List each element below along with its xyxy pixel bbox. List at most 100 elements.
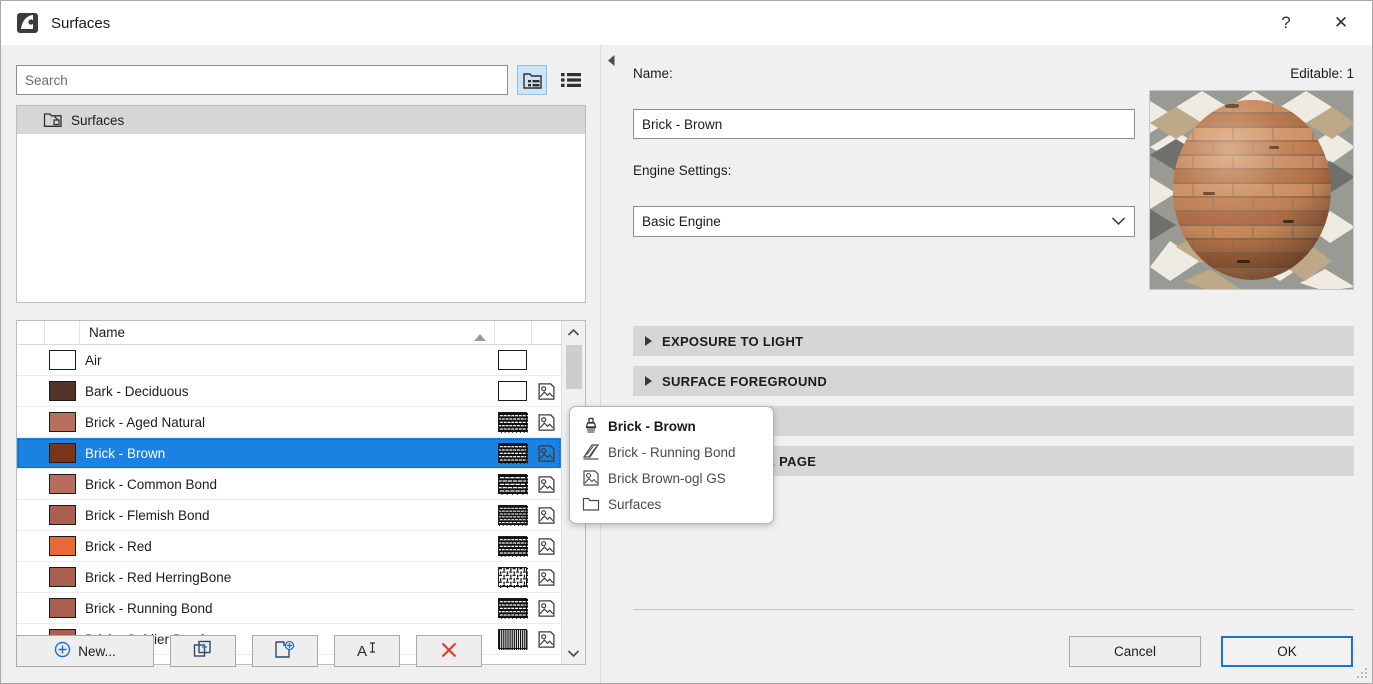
- row-color-swatch[interactable]: [45, 505, 80, 525]
- row-pattern-icon[interactable]: [494, 350, 531, 370]
- help-button[interactable]: ?: [1262, 1, 1310, 45]
- table-row[interactable]: Brick - Running Bond: [17, 593, 561, 624]
- brush-icon: [581, 417, 600, 436]
- table-row[interactable]: Brick - Aged Natural: [17, 407, 561, 438]
- new-from-favorite-button[interactable]: [252, 635, 318, 667]
- duplicate-icon: [193, 640, 214, 663]
- row-texture-icon[interactable]: [531, 537, 561, 556]
- table-row[interactable]: Air: [17, 345, 561, 376]
- popup-item-surfaces[interactable]: Surfaces: [570, 491, 773, 517]
- new-button[interactable]: New...: [16, 635, 154, 667]
- scroll-down-button[interactable]: [562, 642, 586, 664]
- search-row: [16, 65, 586, 95]
- table-col-name[interactable]: Name: [80, 325, 494, 341]
- row-texture-icon[interactable]: [531, 413, 561, 432]
- surfaces-table: Name Air Bark - Deciduous Brick - Aged N…: [16, 320, 586, 665]
- row-name-label: Brick - Red: [85, 538, 152, 554]
- row-name-label: Brick - Red HerringBone: [85, 569, 232, 585]
- table-row[interactable]: Brick - Red HerringBone: [17, 562, 561, 593]
- row-pattern-icon[interactable]: [494, 598, 533, 619]
- table-col-texture: [531, 321, 561, 345]
- row-pattern-icon[interactable]: [494, 381, 531, 401]
- plus-circle-icon: [54, 641, 71, 661]
- scrollbar-thumb[interactable]: [566, 345, 582, 389]
- chevron-right-icon: [645, 336, 652, 346]
- table-row[interactable]: Brick - Red: [17, 531, 561, 562]
- row-texture-icon[interactable]: [531, 568, 561, 587]
- rename-button[interactable]: A: [334, 635, 400, 667]
- engine-settings-dropdown[interactable]: Basic Engine: [633, 206, 1135, 237]
- row-color-swatch[interactable]: [45, 598, 80, 618]
- chevron-down-icon: [1111, 215, 1126, 229]
- sphere-shading: [1172, 100, 1331, 280]
- section-exposure-to-light[interactable]: EXPOSURE TO LIGHT: [633, 326, 1354, 356]
- row-texture-icon[interactable]: [531, 599, 561, 618]
- close-button[interactable]: ✕: [1310, 1, 1372, 45]
- triangle-left-icon: [607, 54, 616, 70]
- title-bar: Surfaces ? ✕: [1, 1, 1372, 45]
- row-pattern-icon[interactable]: [494, 536, 533, 557]
- row-pattern-icon[interactable]: [494, 474, 545, 495]
- row-name-label: Brick - Aged Natural: [85, 414, 206, 430]
- duplicate-button[interactable]: [170, 635, 236, 667]
- table-rows: Air Bark - Deciduous Brick - Aged Natura…: [17, 345, 561, 655]
- tree-view-button[interactable]: [517, 65, 547, 95]
- row-name-label: Air: [85, 352, 102, 368]
- name-input[interactable]: [633, 109, 1135, 139]
- surface-origin-popup: Brick - Brown Brick - Running Bond Brick…: [569, 406, 774, 524]
- row-pattern-icon[interactable]: [494, 412, 533, 433]
- row-color-swatch[interactable]: [45, 567, 80, 587]
- row-texture-icon[interactable]: [531, 630, 561, 649]
- ok-button[interactable]: OK: [1221, 636, 1353, 667]
- table-row[interactable]: Brick - Brown: [17, 438, 561, 469]
- row-pattern-icon[interactable]: [494, 629, 531, 650]
- surface-preview: [1149, 90, 1354, 290]
- table-row[interactable]: Brick - Common Bond: [17, 469, 561, 500]
- row-name-label: Brick - Running Bond: [85, 600, 213, 616]
- popup-item-brick-running-bond[interactable]: Brick - Running Bond: [570, 439, 773, 465]
- folder-surface-icon: [43, 111, 63, 129]
- row-texture-icon[interactable]: [531, 506, 561, 525]
- hatch-icon: [581, 443, 600, 462]
- row-color-swatch[interactable]: [45, 412, 80, 432]
- table-main: Name Air Bark - Deciduous Brick - Aged N…: [17, 321, 561, 664]
- row-texture-icon[interactable]: [531, 475, 561, 494]
- row-color-swatch[interactable]: [45, 350, 80, 370]
- folder-icon: [581, 495, 600, 514]
- cancel-button[interactable]: Cancel: [1069, 636, 1201, 667]
- row-pattern-icon[interactable]: [494, 567, 531, 588]
- table-col-pattern: [494, 321, 531, 345]
- popup-item-brick-brown[interactable]: Brick - Brown: [570, 413, 773, 439]
- page-plus-icon: [274, 640, 296, 663]
- engine-settings-value: Basic Engine: [642, 214, 721, 229]
- row-pattern-icon[interactable]: [494, 443, 533, 464]
- scroll-up-button[interactable]: [562, 321, 586, 343]
- row-pattern-icon[interactable]: [494, 505, 533, 526]
- popup-item-brick-brown-ogl-gs[interactable]: Brick Brown-ogl GS: [570, 465, 773, 491]
- section-surface-foreground[interactable]: SURFACE FOREGROUND: [633, 366, 1354, 396]
- list-view-button[interactable]: [556, 65, 586, 95]
- row-texture-icon[interactable]: [531, 382, 561, 401]
- table-row[interactable]: Bark - Deciduous: [17, 376, 561, 407]
- chevron-right-icon: [645, 376, 652, 386]
- right-pane: Name: Editable: 1 Engine Settings: Basic…: [602, 45, 1372, 683]
- popup-item-label: Brick - Brown: [608, 418, 696, 434]
- image-icon: [581, 469, 600, 488]
- tree-root-item[interactable]: Surfaces: [17, 106, 585, 134]
- row-color-swatch[interactable]: [45, 443, 80, 463]
- table-row[interactable]: Brick - Flemish Bond: [17, 500, 561, 531]
- dialog-action-buttons: Cancel OK: [1069, 636, 1353, 667]
- sort-ascending-icon: [474, 334, 486, 341]
- search-input[interactable]: [16, 65, 508, 95]
- delete-button[interactable]: [416, 635, 482, 667]
- row-color-swatch[interactable]: [45, 474, 80, 494]
- window-title: Surfaces: [51, 14, 111, 32]
- resize-grip[interactable]: [1355, 666, 1369, 680]
- popup-item-label: Brick Brown-ogl GS: [608, 470, 726, 486]
- row-color-swatch[interactable]: [45, 536, 80, 556]
- row-name-label: Brick - Common Bond: [85, 476, 218, 492]
- collapse-panel-button[interactable]: [604, 51, 618, 73]
- popup-item-label: Surfaces: [608, 496, 662, 512]
- row-texture-icon[interactable]: [531, 444, 561, 463]
- row-color-swatch[interactable]: [45, 381, 80, 401]
